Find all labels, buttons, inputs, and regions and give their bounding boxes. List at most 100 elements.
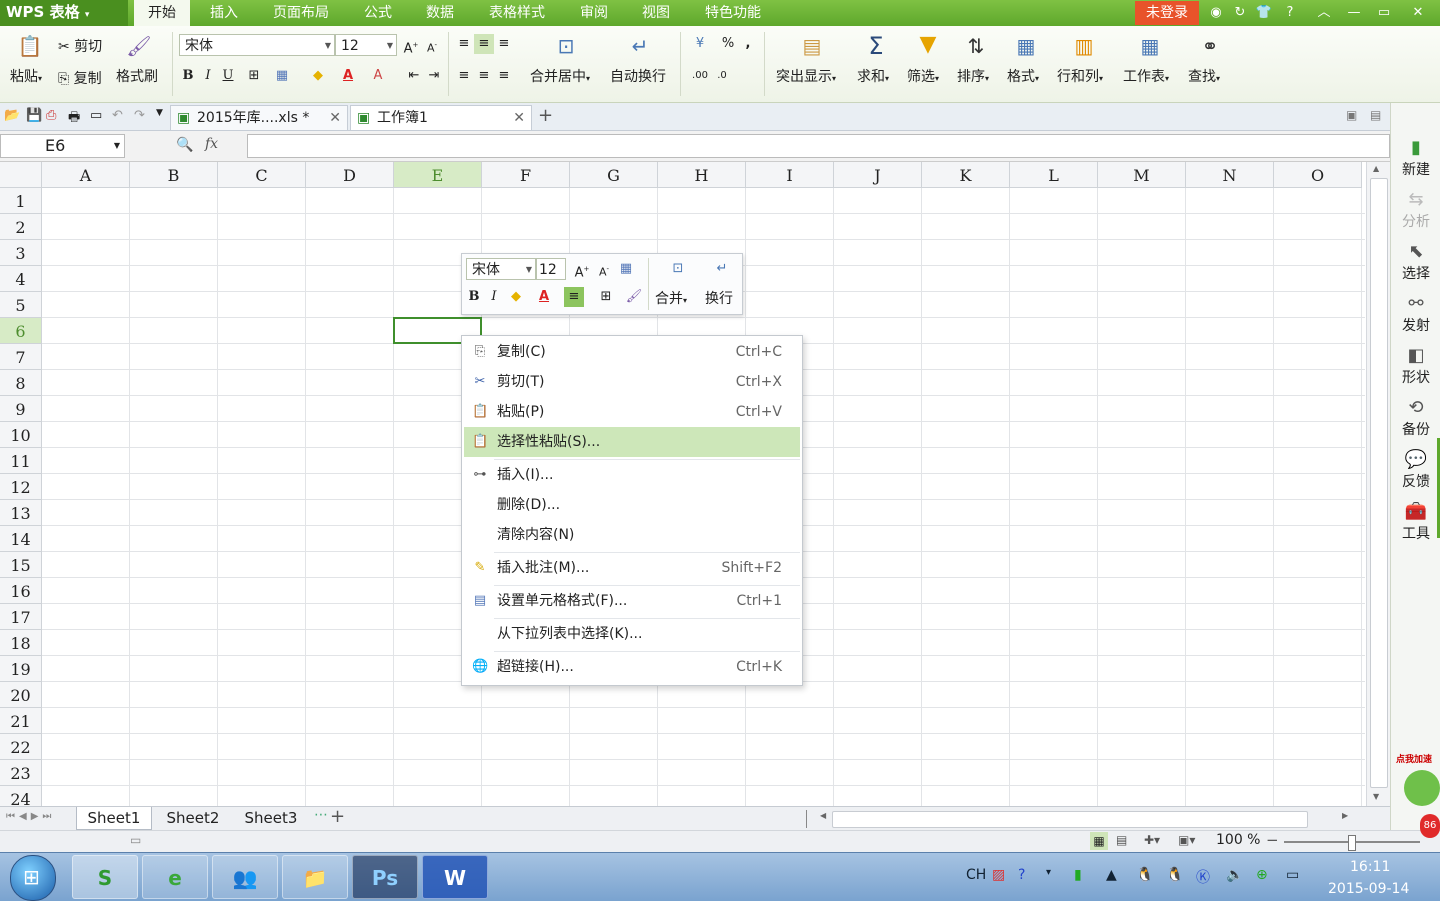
sort-button[interactable]: 排序▾ (957, 66, 989, 86)
column-header-G[interactable]: G (570, 162, 658, 188)
bold-button[interactable]: B (178, 66, 198, 86)
percent-button[interactable]: % (718, 34, 738, 54)
align-center-icon[interactable]: ≡ (474, 66, 494, 86)
row-header-8[interactable]: 8 (0, 370, 42, 396)
insert-function-icon[interactable]: fx (205, 136, 218, 152)
show-hidden-icons[interactable]: ▲ (1106, 867, 1117, 883)
mini-wrap-icon[interactable]: ↵ (710, 259, 734, 279)
cell-style-icon[interactable]: ▦ (272, 66, 292, 86)
sum-icon[interactable]: Σ (862, 32, 890, 60)
menu-tab-review[interactable]: 审阅 (568, 0, 620, 26)
sheet-tab-3[interactable]: Sheet3 (234, 807, 308, 830)
quick-access-dropdown-icon[interactable]: ▼ (156, 108, 163, 118)
zoom-slider-handle[interactable] (1348, 835, 1356, 851)
filter-button[interactable]: 筛选▾ (907, 66, 939, 86)
volume-icon[interactable]: 🔈 (1226, 867, 1243, 883)
sidebar-tools[interactable]: 🧰 工具 (1391, 501, 1440, 543)
menu-item-hyperlink[interactable]: 🌐 超链接(H)... Ctrl+K (464, 652, 800, 682)
row-header-23[interactable]: 23 (0, 760, 42, 786)
row-header-24[interactable]: 24 (0, 786, 42, 806)
sheet-tab-2[interactable]: Sheet2 (156, 807, 230, 830)
mini-bold-button[interactable]: B (464, 287, 484, 307)
row-header-17[interactable]: 17 (0, 604, 42, 630)
sidebar-analyze[interactable]: ⇆ 分析 (1391, 189, 1440, 231)
align-top-icon[interactable]: ≡ (454, 34, 474, 54)
filter-icon[interactable]: ▼ (914, 32, 942, 57)
taskbar-photoshop[interactable]: Ps (352, 855, 418, 899)
underline-button[interactable]: U (218, 66, 238, 86)
column-header-B[interactable]: B (130, 162, 218, 188)
close-tab-icon[interactable]: ✕ (329, 106, 341, 131)
restore-button[interactable]: ▭ (1374, 3, 1394, 23)
menu-tab-special[interactable]: 特色功能 (694, 0, 772, 26)
row-header-19[interactable]: 19 (0, 656, 42, 682)
menu-item-clear[interactable]: 清除内容(N) (464, 520, 800, 550)
mini-font-color-icon[interactable]: A (534, 287, 554, 307)
macro-icon[interactable]: ▭ (130, 833, 141, 847)
copy-button[interactable]: ⎘ 复制 (58, 68, 102, 88)
row-header-3[interactable]: 3 (0, 240, 42, 266)
sidebar-shapes[interactable]: ◧ 形状 (1391, 345, 1440, 387)
mini-decrease-font-icon[interactable]: A- (594, 259, 614, 279)
taskbar-explorer[interactable]: 📁 (282, 855, 348, 899)
app-logo[interactable]: WPS 表格 ▾ (0, 0, 128, 26)
undo-icon[interactable]: ↶ (112, 108, 123, 123)
mini-size-combo[interactable]: 12 (536, 258, 566, 280)
mini-align-center-icon[interactable]: ≡ (564, 287, 584, 307)
help-icon[interactable]: ? (1280, 3, 1300, 23)
align-middle-icon[interactable]: ≡ (474, 34, 494, 54)
row-header-13[interactable]: 13 (0, 500, 42, 526)
column-header-F[interactable]: F (482, 162, 570, 188)
qq2-icon[interactable]: 🐧 (1166, 867, 1183, 883)
print-preview-icon[interactable]: ▭ (90, 108, 102, 123)
clear-format-icon[interactable]: A (368, 66, 388, 86)
menu-item-paste[interactable]: 📋 粘贴(P) Ctrl+V (464, 397, 800, 427)
row-header-22[interactable]: 22 (0, 734, 42, 760)
menu-tab-page-layout[interactable]: 页面布局 (262, 0, 340, 26)
name-box[interactable]: E6 ▼ (0, 134, 125, 158)
row-header-6[interactable]: 6 (0, 318, 42, 344)
sidebar-send[interactable]: ⚯ 发射 (1391, 293, 1440, 335)
menu-tab-insert[interactable]: 插入 (198, 0, 250, 26)
increase-indent-icon[interactable]: ⇥ (424, 66, 444, 86)
mini-merge-icon[interactable]: ⊡ (666, 259, 690, 279)
doc-tab-workbook1[interactable]: ▣ 工作簿1 ✕ (350, 105, 532, 130)
menu-item-insert[interactable]: ⊶ 插入(I)... (464, 460, 800, 490)
mini-style-icon[interactable]: ▦ (616, 259, 636, 279)
binoculars-icon[interactable]: ⚭ (1196, 34, 1224, 58)
menu-tab-formula[interactable]: 公式 (352, 0, 404, 26)
decrease-decimal-icon[interactable]: .0 (712, 66, 732, 86)
doc-tab-2015[interactable]: ▣ 2015年库....xls * ✕ (170, 105, 348, 130)
start-button[interactable]: ⊞ (10, 855, 56, 901)
close-tab-icon[interactable]: ✕ (513, 106, 525, 131)
scroll-down-icon[interactable]: ▼ (1373, 792, 1379, 801)
menu-tab-table-style[interactable]: 表格样式 (478, 0, 556, 26)
new-tab-icon[interactable]: + (538, 105, 553, 126)
mini-merge-button[interactable]: 合并▾ (655, 288, 687, 308)
menu-tab-view[interactable]: 视图 (630, 0, 682, 26)
sidebar-feedback[interactable]: 💬 反馈 (1391, 449, 1440, 491)
row-header-7[interactable]: 7 (0, 344, 42, 370)
mini-italic-button[interactable]: I (484, 287, 504, 307)
ime-icon[interactable]: ▨ (992, 867, 1005, 883)
sort-icon[interactable]: ⇅ (962, 34, 990, 58)
align-left-icon[interactable]: ≡ (454, 66, 474, 86)
menu-item-delete[interactable]: 删除(D)... (464, 490, 800, 520)
column-header-H[interactable]: H (658, 162, 746, 188)
mini-increase-font-icon[interactable]: A+ (572, 259, 592, 280)
row-header-20[interactable]: 20 (0, 682, 42, 708)
wrap-text-button[interactable]: 自动换行 (610, 66, 666, 86)
column-header-N[interactable]: N (1186, 162, 1274, 188)
taskbar-word[interactable]: W (422, 855, 488, 899)
sheet-tab-1[interactable]: Sheet1 (76, 807, 152, 830)
menu-item-pick-from-list[interactable]: 从下拉列表中选择(K)... (464, 619, 800, 649)
sidebar-backup[interactable]: ⟲ 备份 (1391, 397, 1440, 439)
window-mode-icon[interactable]: ▣ (1346, 108, 1357, 122)
row-header-12[interactable]: 12 (0, 474, 42, 500)
highlight-icon[interactable]: ▤ (798, 34, 826, 58)
font-name-combo[interactable]: 宋体 ▼ (179, 34, 335, 56)
cut-button[interactable]: ✂ 剪切 (58, 36, 102, 56)
format-painter-icon[interactable]: 🖌 (126, 34, 152, 58)
row-header-5[interactable]: 5 (0, 292, 42, 318)
mini-wrap-button[interactable]: 换行 (705, 288, 733, 308)
